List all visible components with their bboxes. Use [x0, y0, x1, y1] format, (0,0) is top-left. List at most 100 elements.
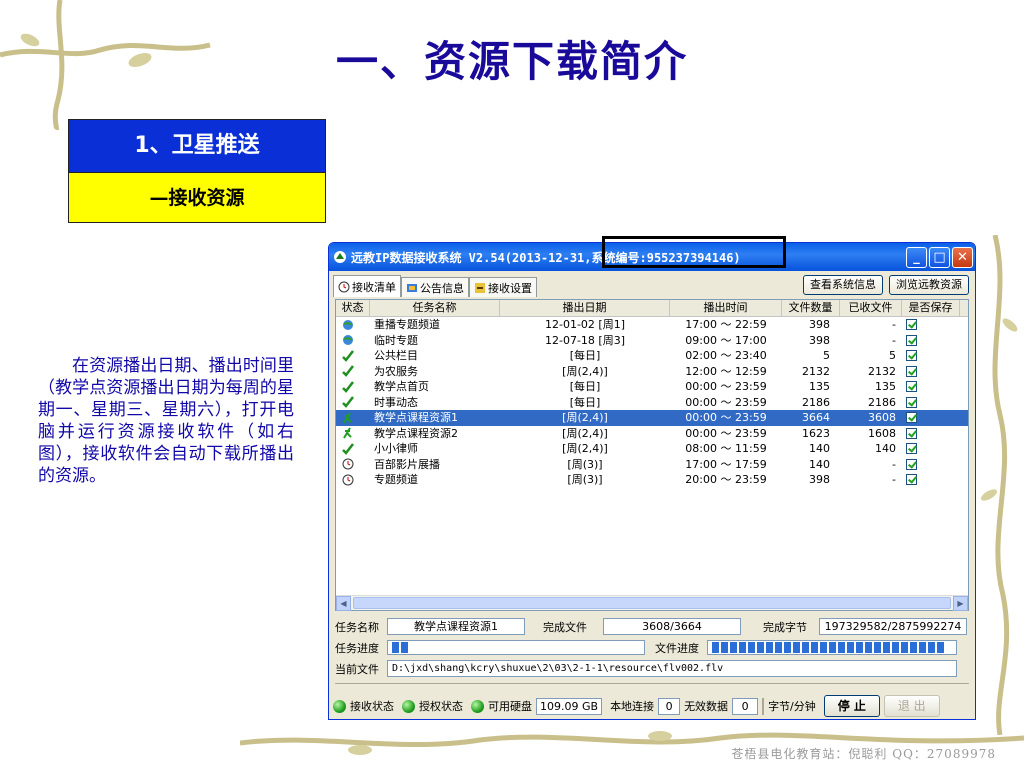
status-divider [335, 683, 969, 684]
browse-resources-button[interactable]: 浏览远教资源 [889, 275, 969, 295]
save-checkbox[interactable] [906, 412, 917, 424]
scroll-thumb[interactable] [353, 597, 951, 609]
save-checkbox[interactable] [906, 319, 917, 331]
check-icon [342, 380, 354, 393]
table-row[interactable]: 为农服务 [周(2,4)] 12:00 ～ 12:59 2132 2132 [336, 364, 968, 380]
done-bytes-label: 完成字节 [763, 620, 807, 634]
receive-status-led-icon [333, 699, 346, 713]
status-cell [336, 426, 370, 442]
section-heading: 1、卫星推送 [69, 120, 325, 172]
slide-title: 一、资源下载简介 [335, 37, 688, 86]
status-cell [336, 379, 370, 395]
save-cell [902, 395, 960, 411]
watermark: 苍梧县电化教育站：倪聪利 QQ：27089978 [731, 747, 996, 761]
table-row[interactable]: 教学点课程资源1 [周(2,4)] 00:00 ～ 23:59 3664 3608 [336, 410, 968, 426]
time-cell: 02:00 ～ 23:40 [685, 349, 767, 362]
file-count-cell: 2186 [802, 395, 830, 409]
view-system-info-button[interactable]: 查看系统信息 [803, 275, 883, 295]
save-checkbox[interactable] [906, 365, 917, 377]
save-cell [902, 379, 960, 395]
status-bar: 接收状态 授权状态 可用硬盘 109.09 GB 本地连接 0 无效数据 0 字… [333, 695, 973, 717]
file-count-cell: 5 [823, 349, 830, 362]
clock-icon [338, 281, 350, 292]
received-cell: 2186 [868, 395, 896, 409]
scroll-right-icon[interactable]: ▶ [953, 596, 968, 611]
app-icon [334, 251, 346, 263]
save-cell [902, 410, 960, 426]
task-name-cell: 小小律师 [374, 442, 418, 455]
globe-icon [342, 319, 354, 331]
column-header-received[interactable]: 已收文件 [840, 300, 902, 316]
table-row[interactable]: 公共栏目 [每日] 02:00 ～ 23:40 5 5 [336, 348, 968, 364]
file-count-cell: 140 [809, 442, 830, 455]
date-cell: [周(2,4)] [562, 364, 608, 378]
date-cell: [周(2,4)] [562, 411, 608, 424]
save-checkbox[interactable] [906, 334, 917, 346]
table-row[interactable]: 专题频道 [周(3)] 20:00 ～ 23:59 398 - [336, 472, 968, 488]
save-checkbox[interactable] [906, 443, 917, 455]
date-cell: [周(3)] [567, 473, 603, 486]
save-checkbox[interactable] [906, 396, 917, 408]
table-row[interactable]: 教学点首页 [每日] 00:00 ～ 23:59 135 135 [336, 379, 968, 395]
save-checkbox[interactable] [906, 427, 917, 439]
status-cell [336, 472, 370, 488]
table-row[interactable]: 重播专题频道 12-01-02 [周1] 17:00 ～ 22:59 398 - [336, 317, 968, 333]
save-cell [902, 348, 960, 364]
column-header-status[interactable]: 状态 [336, 300, 370, 316]
column-header-date[interactable]: 播出日期 [500, 300, 670, 316]
status-cell [336, 348, 370, 364]
tab-receive-list[interactable]: 接收清单 [333, 275, 401, 297]
table-row[interactable]: 百部影片展播 [周(3)] 17:00 ～ 17:59 140 - [336, 457, 968, 473]
time-cell: 17:00 ～ 22:59 [685, 318, 767, 331]
save-checkbox[interactable] [906, 350, 917, 362]
task-name-cell: 临时专题 [374, 333, 418, 347]
task-progress-label: 任务进度 [335, 641, 379, 655]
task-name-cell: 教学点课程资源1 [374, 411, 458, 424]
save-cell [902, 426, 960, 442]
exit-button[interactable]: 退 出 [883, 695, 940, 717]
description-text: 在资源播出日期、播出时间里（教学点资源播出日期为每周的星期一、星期三、星期六），… [38, 356, 294, 486]
clock-icon [342, 458, 354, 470]
tab-settings[interactable]: 接收设置 [469, 277, 537, 297]
table-row[interactable]: 小小律师 [周(2,4)] 08:00 ～ 11:59 140 140 [336, 441, 968, 457]
receive-status-label: 接收状态 [350, 700, 394, 713]
scroll-left-icon[interactable]: ◀ [336, 596, 351, 611]
close-button[interactable]: ✕ [952, 246, 973, 268]
minimize-button[interactable]: _ [906, 246, 927, 268]
task-name-label: 任务名称 [335, 620, 379, 634]
horizontal-scrollbar[interactable]: ◀ ▶ [336, 595, 968, 611]
received-cell: 5 [889, 349, 896, 362]
date-cell: 12-01-02 [周1] [544, 318, 625, 331]
done-files-field: 3608/3664 [603, 618, 741, 635]
task-list-header: 状态 任务名称 播出日期 播出时间 文件数量 已收文件 是否保存 [336, 300, 968, 317]
task-name-cell: 时事动态 [374, 395, 418, 409]
status-cell [336, 395, 370, 411]
check-icon [342, 365, 354, 378]
column-header-name[interactable]: 任务名称 [370, 300, 500, 316]
file-count-cell: 135 [809, 380, 830, 393]
disk-status-led-icon [471, 699, 484, 713]
table-row[interactable]: 临时专题 12-07-18 [周3] 09:00 ～ 17:00 398 - [336, 333, 968, 349]
table-row[interactable]: 时事动态 [每日] 00:00 ～ 23:59 2186 2186 [336, 395, 968, 411]
save-checkbox[interactable] [906, 474, 917, 486]
date-cell: [每日] [569, 380, 601, 393]
status-cell [336, 333, 370, 349]
table-row[interactable]: 教学点课程资源2 [周(2,4)] 00:00 ～ 23:59 1623 1608 [336, 426, 968, 442]
receiver-window: 远教IP数据接收系统 V2.54(2013-12-31,系统编号:9552373… [328, 242, 976, 720]
maximize-button[interactable]: □ [929, 246, 950, 268]
file-count-cell: 3664 [802, 411, 830, 424]
save-checkbox[interactable] [906, 381, 917, 393]
time-cell: 00:00 ～ 23:59 [685, 411, 767, 424]
file-count-cell: 398 [809, 473, 830, 486]
received-cell: 3608 [868, 411, 896, 424]
tab-announcements[interactable]: 公告信息 [401, 277, 469, 297]
status-cell [336, 457, 370, 473]
task-name-cell: 教学点首页 [374, 380, 429, 393]
column-header-time[interactable]: 播出时间 [670, 300, 782, 316]
announcement-icon [407, 283, 417, 292]
column-header-file-count[interactable]: 文件数量 [782, 300, 840, 316]
save-checkbox[interactable] [906, 458, 917, 470]
globe-icon [342, 334, 354, 346]
column-header-save[interactable]: 是否保存 [902, 300, 960, 316]
stop-button[interactable]: 停 止 [823, 695, 880, 717]
